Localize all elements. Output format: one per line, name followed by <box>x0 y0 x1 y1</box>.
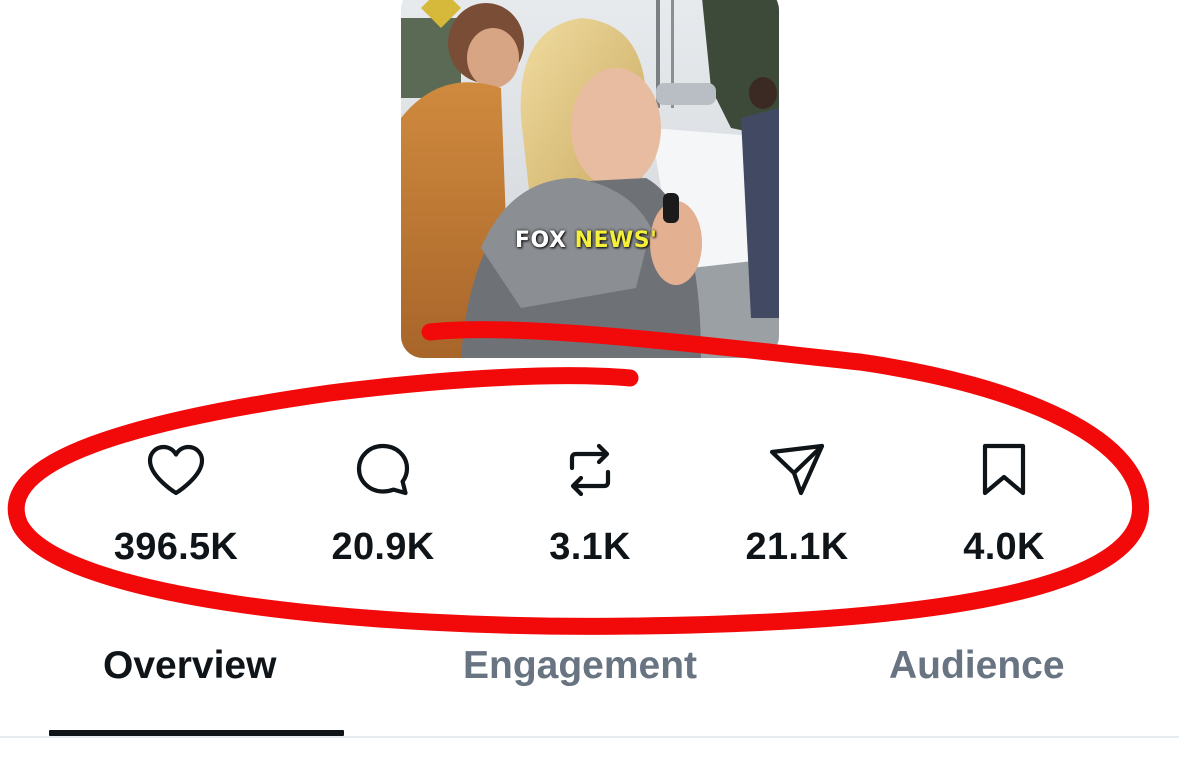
video-caption: FOX NEWS' <box>515 228 657 253</box>
replies-metric[interactable]: 20.9K <box>283 440 483 575</box>
shares-metric[interactable]: 21.1K <box>697 440 897 575</box>
share-send-icon <box>767 440 827 500</box>
tab-overview[interactable]: Overview <box>103 644 276 688</box>
bookmarks-count: 4.0K <box>963 526 1045 568</box>
tab-audience[interactable]: Audience <box>889 644 1065 688</box>
likes-metric[interactable]: 396.5K <box>76 440 276 575</box>
video-thumbnail[interactable]: FOX NEWS' <box>401 0 779 358</box>
reply-bubble-icon <box>353 440 413 500</box>
tabs-divider <box>0 736 1179 738</box>
video-frame-illustration <box>401 0 779 358</box>
reposts-metric[interactable]: 3.1K <box>490 440 690 575</box>
repost-icon <box>560 440 620 500</box>
reposts-count: 3.1K <box>549 526 631 568</box>
caption-highlight-text: NEWS' <box>574 228 658 253</box>
bookmarks-metric[interactable]: 4.0K <box>904 440 1104 575</box>
analytics-tabs: Overview Engagement Audience <box>0 620 1179 736</box>
tab-engagement[interactable]: Engagement <box>463 644 697 688</box>
caption-white-text: FOX <box>515 228 567 253</box>
replies-count: 20.9K <box>331 526 435 568</box>
shares-count: 21.1K <box>745 526 849 568</box>
bookmark-icon <box>974 440 1034 500</box>
likes-count: 396.5K <box>113 526 239 568</box>
heart-icon <box>146 440 206 500</box>
